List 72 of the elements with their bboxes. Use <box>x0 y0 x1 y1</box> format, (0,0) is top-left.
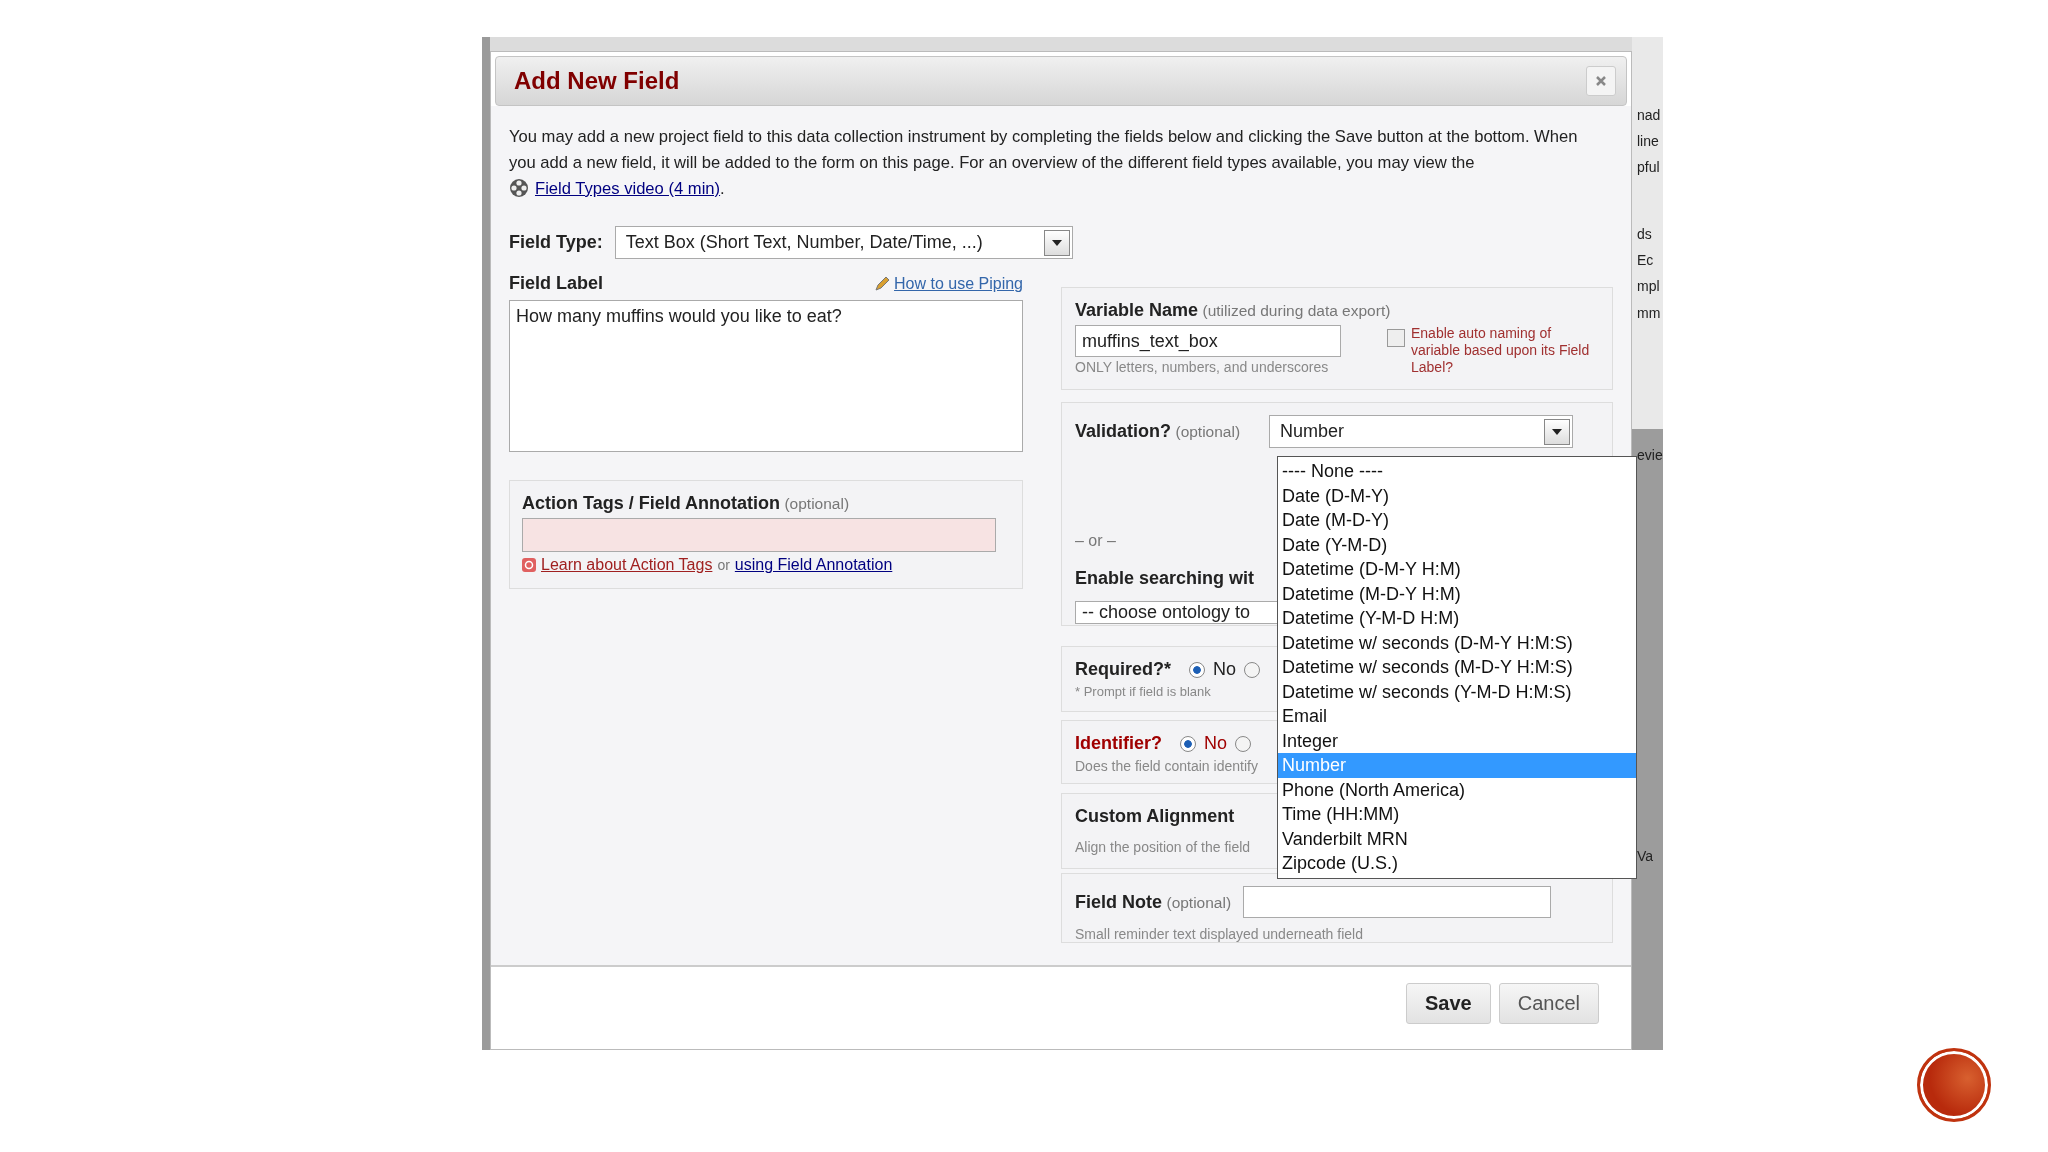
close-icon <box>1595 75 1607 87</box>
variable-name-label: Variable Name (utilized during data export) <box>1075 300 1391 321</box>
field-label-label: Field Label <box>509 273 604 294</box>
background-text: line <box>1637 133 1659 149</box>
radio-label: No <box>1204 733 1228 754</box>
caret-icon <box>1551 427 1563 436</box>
cancel-button[interactable]: Cancel <box>1498 983 1599 1024</box>
variable-name-help: ONLY letters, numbers, and underscores <box>1075 358 1330 377</box>
dropdown-option[interactable]: Datetime w/ seconds (M-D-Y H:M:S) <box>1278 655 1636 680</box>
background-text: mm <box>1637 305 1661 321</box>
identifier-help: Does the field contain identify <box>1075 757 1258 776</box>
close-button[interactable] <box>1586 66 1616 96</box>
background-text: Va <box>1637 848 1654 864</box>
dropdown-option[interactable]: ---- None ---- <box>1278 459 1636 484</box>
dropdown-option[interactable]: Zipcode (U.S.) <box>1278 851 1636 876</box>
dropdown-option[interactable]: Date (D-M-Y) <box>1278 483 1636 508</box>
field-type-label: Field Type: <box>509 232 603 253</box>
background-text: evie <box>1637 447 1663 463</box>
dropdown-option[interactable]: Datetime w/ seconds (Y-M-D H:M:S) <box>1278 679 1636 704</box>
radio-button[interactable] <box>1189 661 1205 678</box>
field-annotation-link[interactable]: using Field Annotation <box>734 556 893 574</box>
field-note-field[interactable] <box>1243 886 1552 918</box>
background-text: ds <box>1637 226 1652 242</box>
radio-label: No <box>1213 659 1237 680</box>
field-type-select[interactable]: Text Box (Short Text, Number, Date/Time, ...) <box>614 226 1073 259</box>
at-sign-icon <box>522 558 536 572</box>
required-help: * Prompt if field is blank <box>1075 683 1211 701</box>
dropdown-option[interactable]: Datetime (Y-M-D H:M) <box>1278 606 1636 631</box>
video-link[interactable]: Field Types video (4 min) <box>535 179 721 198</box>
background-text: pful <box>1637 159 1660 175</box>
dropdown-option[interactable]: Date (Y-M-D) <box>1278 532 1636 557</box>
radio-button[interactable] <box>1244 661 1261 678</box>
save-button[interactable]: Save <box>1406 983 1491 1024</box>
action-tags-label: Action Tags / Field Annotation (optional) <box>522 493 850 514</box>
ontology-select[interactable]: -- choose ontology to <box>1075 601 1279 624</box>
piping-link[interactable]: How to use Piping <box>894 274 1023 293</box>
radio-button[interactable] <box>1235 735 1252 752</box>
variable-name-field[interactable]: muffins_text_box <box>1075 325 1341 357</box>
dropdown-option[interactable]: Datetime (D-M-Y H:M) <box>1278 557 1636 582</box>
pencil-icon <box>874 275 891 292</box>
background-text: mpl <box>1637 278 1660 294</box>
dropdown-option[interactable]: Email <box>1278 704 1636 729</box>
dropdown-option[interactable]: Integer <box>1278 728 1636 753</box>
custom-alignment-label: Custom Alignment <box>1075 806 1235 827</box>
film-reel-icon <box>509 178 529 198</box>
auto-naming-label: Enable auto naming of variable based upon its Field Label? <box>1411 325 1591 377</box>
dropdown-option[interactable]: Datetime (M-D-Y H:M) <box>1278 581 1636 606</box>
required-label: Required?* <box>1075 659 1171 680</box>
action-tags-link[interactable]: Learn about Action Tags <box>541 556 713 574</box>
dropdown-option[interactable]: Time (HH:MM) <box>1278 802 1636 827</box>
intro-text: You may add a new project field to this data collection instrument by completing the fields below and clicking the Save button at the bottom. When you add a new field, it will be added to the form on this page. For an overview of the different field types available, you may view the Field Types video (4 min). <box>509 126 1579 200</box>
validation-label: Validation? (optional) <box>1075 421 1242 442</box>
or-text: or <box>717 557 730 573</box>
custom-alignment-help: Align the position of the field <box>1075 838 1251 857</box>
field-note-help: Small reminder text displayed underneath field <box>1075 925 1363 944</box>
field-note-label: Field Note (optional) <box>1075 891 1232 913</box>
dropdown-option[interactable]: Datetime w/ seconds (D-M-Y H:M:S) <box>1278 630 1636 655</box>
ontology-label: Enable searching wit <box>1075 568 1255 589</box>
background-text: nad <box>1637 107 1661 123</box>
dropdown-option[interactable]: Vanderbilt MRN <box>1278 826 1636 851</box>
action-tags-field[interactable] <box>522 518 996 552</box>
dialog-title: Add New Field <box>514 67 680 95</box>
background-text: Ec <box>1637 252 1654 268</box>
radio-button[interactable] <box>1180 735 1196 752</box>
field-label-textarea[interactable]: How many muffins would you like to eat? <box>509 300 1023 452</box>
or-divider-text: – or – <box>1075 532 1116 550</box>
dropdown-option[interactable]: Phone (North America) <box>1278 777 1636 802</box>
caret-icon <box>1050 238 1063 247</box>
identifier-label: Identifier? <box>1075 733 1162 754</box>
validation-select[interactable]: Number <box>1269 415 1573 448</box>
dropdown-option[interactable]: Date (M-D-Y) <box>1278 508 1636 533</box>
auto-naming-checkbox[interactable] <box>1387 329 1405 347</box>
